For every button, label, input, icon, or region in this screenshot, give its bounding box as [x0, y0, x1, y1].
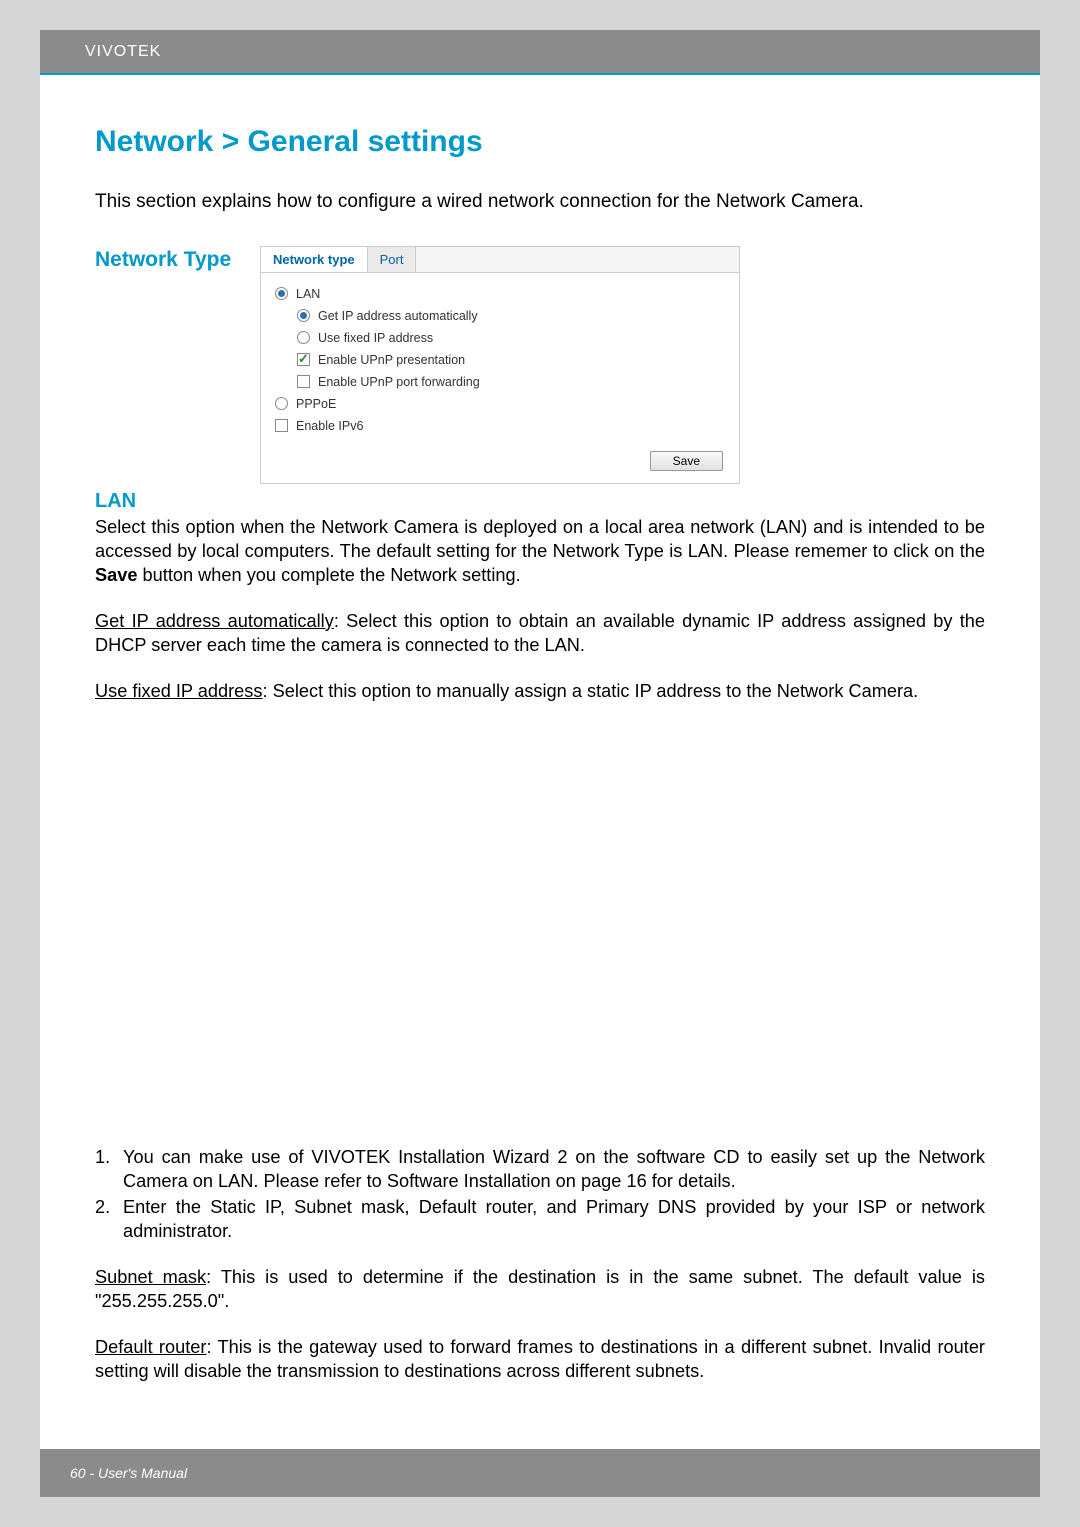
radio-getip-icon[interactable]	[297, 309, 310, 322]
option-fixed-ip[interactable]: Use fixed IP address	[297, 331, 729, 345]
tab-bar: Network type Port	[261, 247, 739, 273]
subnet-underline: Subnet mask	[95, 1267, 206, 1287]
content-area: Network > General settings This section …	[40, 75, 1040, 1383]
option-pppoe[interactable]: PPPoE	[275, 397, 729, 411]
option-upnp-portfwd[interactable]: Enable UPnP port forwarding	[297, 375, 729, 389]
page-container: VIVOTEK Network > General settings This …	[40, 30, 1040, 1497]
footer-text: 60 - User's Manual	[70, 1465, 187, 1481]
network-type-row: Network Type Network type Port LAN Get I…	[95, 246, 985, 484]
option-pppoe-label: PPPoE	[296, 397, 336, 411]
brand-logo: VIVOTEK	[85, 43, 161, 61]
numbered-list: 1. You can make use of VIVOTEK Installat…	[95, 1145, 985, 1243]
list-text-1: You can make use of VIVOTEK Installation…	[123, 1145, 985, 1193]
list-num-2: 2.	[95, 1195, 123, 1243]
page-title: Network > General settings	[95, 125, 985, 159]
lan-text-b: button when you complete the Network set…	[137, 565, 520, 585]
checkbox-upnp-port-icon[interactable]	[297, 375, 310, 388]
intro-text: This section explains how to configure a…	[95, 189, 985, 216]
save-row: Save	[261, 447, 739, 471]
radio-fixedip-icon[interactable]	[297, 331, 310, 344]
radio-lan-icon[interactable]	[275, 287, 288, 300]
checkbox-ipv6-icon[interactable]	[275, 419, 288, 432]
router-text: : This is the gateway used to forward fr…	[95, 1337, 985, 1381]
option-upnp-presentation[interactable]: Enable UPnP presentation	[297, 353, 729, 367]
option-upnp-port-label: Enable UPnP port forwarding	[318, 375, 480, 389]
list-num-1: 1.	[95, 1145, 123, 1193]
list-text-2: Enter the Static IP, Subnet mask, Defaul…	[123, 1195, 985, 1243]
tab-network-type[interactable]: Network type	[261, 247, 368, 272]
router-paragraph: Default router: This is the gateway used…	[95, 1335, 985, 1383]
radio-pppoe-icon[interactable]	[275, 397, 288, 410]
option-lan-label: LAN	[296, 287, 320, 301]
header-bar: VIVOTEK	[40, 30, 1040, 75]
lan-text-a: Select this option when the Network Came…	[95, 517, 985, 561]
list-item-1: 1. You can make use of VIVOTEK Installat…	[95, 1145, 985, 1193]
option-ipv6-label: Enable IPv6	[296, 419, 363, 433]
subnet-text: : This is used to determine if the desti…	[95, 1267, 985, 1311]
fixedip-text: : Select this option to manually assign …	[262, 681, 918, 701]
checkbox-upnp-pres-icon[interactable]	[297, 353, 310, 366]
fixedip-underline: Use fixed IP address	[95, 681, 262, 701]
option-ipv6[interactable]: Enable IPv6	[275, 419, 729, 433]
option-fixed-ip-label: Use fixed IP address	[318, 331, 433, 345]
getip-paragraph: Get IP address automatically: Select thi…	[95, 609, 985, 657]
lan-paragraph: Select this option when the Network Came…	[95, 515, 985, 587]
router-underline: Default router	[95, 1337, 206, 1357]
lan-heading: LAN	[95, 490, 985, 513]
list-item-2: 2. Enter the Static IP, Subnet mask, Def…	[95, 1195, 985, 1243]
option-get-ip-label: Get IP address automatically	[318, 309, 478, 323]
fixedip-paragraph: Use fixed IP address: Select this option…	[95, 679, 985, 703]
settings-panel: Network type Port LAN Get IP address aut…	[260, 246, 740, 484]
getip-underline: Get IP address automatically	[95, 611, 334, 631]
blank-spacer	[95, 725, 985, 1145]
network-type-label: Network Type	[95, 246, 260, 272]
option-lan[interactable]: LAN	[275, 287, 729, 301]
option-get-ip[interactable]: Get IP address automatically	[297, 309, 729, 323]
option-upnp-pres-label: Enable UPnP presentation	[318, 353, 465, 367]
options-area: LAN Get IP address automatically Use fix…	[261, 273, 739, 447]
footer-bar: 60 - User's Manual	[40, 1449, 1040, 1497]
subnet-paragraph: Subnet mask: This is used to determine i…	[95, 1265, 985, 1313]
lan-text-bold: Save	[95, 565, 137, 585]
tab-port[interactable]: Port	[368, 247, 417, 272]
save-button[interactable]: Save	[650, 451, 723, 471]
